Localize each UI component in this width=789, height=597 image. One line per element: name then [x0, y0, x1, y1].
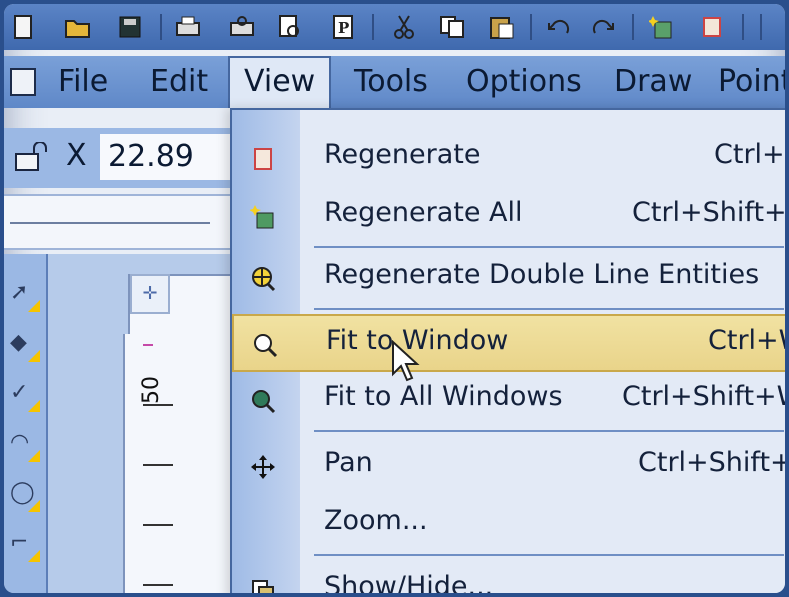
- menu-view[interactable]: View: [228, 56, 332, 108]
- select-tool[interactable]: ➚: [6, 274, 42, 314]
- line-tool[interactable]: ✓: [6, 374, 42, 414]
- application-window: P File Edit View Tools Options Draw Poin…: [4, 4, 785, 593]
- regenerate-all-icon: [250, 205, 274, 229]
- view-menu-dropdown: Regenerate Ctrl+R Regenerate All Ctrl+Sh…: [230, 108, 785, 593]
- save-icon[interactable]: [116, 12, 144, 42]
- point-icon: ◆: [10, 330, 27, 355]
- regenerate-all-icon[interactable]: [648, 12, 676, 42]
- menu-item-regenerate-all[interactable]: Regenerate All Ctrl+Shift+R: [232, 188, 785, 246]
- fit-to-window-icon: [254, 334, 278, 358]
- toolbar: P: [4, 4, 785, 50]
- menu-item-fit-to-window[interactable]: Fit to Window Ctrl+W: [232, 314, 785, 372]
- menu-separator: [314, 554, 784, 556]
- line-icon: ✓: [10, 380, 29, 405]
- move-crosshair-button[interactable]: ✛: [130, 274, 170, 314]
- mouse-cursor-icon: [392, 340, 420, 382]
- menu-item-pan[interactable]: Pan Ctrl+Shift+P: [232, 438, 785, 496]
- copy-icon[interactable]: [438, 12, 466, 42]
- menu-separator: [314, 308, 784, 310]
- cut-icon[interactable]: [390, 12, 418, 42]
- line-style-bar[interactable]: [4, 194, 234, 250]
- regenerate-icon[interactable]: [698, 12, 726, 42]
- toolbar-separator: [742, 14, 744, 40]
- print-icon[interactable]: [174, 12, 202, 42]
- menu-options[interactable]: Options: [466, 56, 582, 108]
- toolbar-separator: [632, 14, 634, 40]
- page-setup-icon[interactable]: [276, 12, 304, 42]
- pan-icon: [251, 455, 275, 479]
- menu-bar: File Edit View Tools Options Draw Point: [4, 56, 785, 108]
- regenerate-icon: [254, 148, 272, 170]
- menu-edit[interactable]: Edit: [150, 56, 208, 108]
- ruler-label: 50: [139, 376, 164, 404]
- redo-icon[interactable]: [590, 12, 618, 42]
- coordinate-axis-label: X: [66, 138, 87, 173]
- x-coordinate-field[interactable]: 22.89: [100, 134, 230, 180]
- circle-tool[interactable]: ◯: [6, 474, 42, 514]
- regenerate-double-line-icon: [252, 267, 276, 292]
- menu-tools[interactable]: Tools: [354, 56, 428, 108]
- show-hide-icon: [252, 580, 274, 593]
- menu-draw[interactable]: Draw: [614, 56, 692, 108]
- print-preview-icon[interactable]: [228, 12, 256, 42]
- properties-icon[interactable]: P: [330, 12, 358, 42]
- menu-file[interactable]: File: [58, 56, 108, 108]
- menu-item-zoom[interactable]: Zoom...: [232, 496, 785, 554]
- menu-separator: [314, 246, 784, 248]
- arc-icon: ◠: [10, 430, 30, 455]
- app-icon[interactable]: [10, 68, 36, 96]
- tool-palette: ➚ ◆ ✓ ◠ ◯ ⌐: [4, 254, 48, 593]
- undo-icon[interactable]: [544, 12, 572, 42]
- coordinate-bar: X 22.89: [4, 128, 234, 188]
- menu-point[interactable]: Point: [718, 56, 785, 108]
- lock-icon[interactable]: [12, 142, 52, 174]
- toolbar-separator: [530, 14, 532, 40]
- menu-item-regenerate-double-line[interactable]: Regenerate Double Line Entities: [232, 250, 785, 308]
- menu-separator: [314, 430, 784, 432]
- rectangle-icon: ⌐: [10, 530, 29, 555]
- vertical-ruler: 50: [123, 334, 235, 593]
- svg-text:P: P: [338, 19, 349, 37]
- arrow-icon: ➚: [10, 280, 29, 305]
- drawing-canvas[interactable]: ✛ 50: [48, 254, 282, 593]
- menu-item-regenerate[interactable]: Regenerate Ctrl+R: [232, 130, 785, 188]
- open-icon[interactable]: [64, 12, 92, 42]
- menu-item-show-hide[interactable]: Show/Hide...: [232, 562, 785, 593]
- toolbar-separator: [372, 14, 374, 40]
- arc-tool[interactable]: ◠: [6, 424, 42, 464]
- new-icon[interactable]: [10, 12, 38, 42]
- menu-item-fit-to-all-windows[interactable]: Fit to All Windows Ctrl+Shift+W: [232, 372, 785, 430]
- rectangle-tool[interactable]: ⌐: [6, 524, 42, 564]
- toolbar-separator: [760, 14, 762, 40]
- fit-to-all-windows-icon: [252, 390, 276, 414]
- point-tool[interactable]: ◆: [6, 324, 42, 364]
- paste-icon[interactable]: [488, 12, 516, 42]
- toolbar-separator: [160, 14, 162, 40]
